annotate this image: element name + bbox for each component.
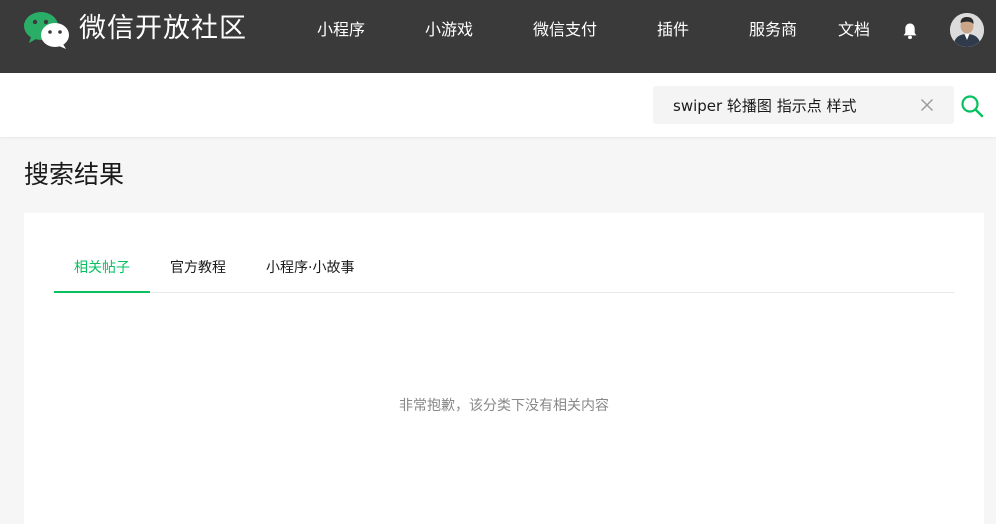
page-title: 搜索结果 (24, 160, 125, 189)
search-icon[interactable] (960, 94, 984, 118)
tab-related-posts[interactable]: 相关帖子 (54, 247, 150, 293)
nav-item-minigame[interactable]: 小游戏 (425, 19, 473, 41)
tab-official-tutorials[interactable]: 官方教程 (170, 247, 226, 293)
nav-item-docs[interactable]: 文档 (838, 19, 870, 41)
nav-item-miniprogram[interactable]: 小程序 (317, 19, 365, 41)
results-tabs: 相关帖子 官方教程 小程序·小故事 (54, 247, 954, 293)
bell-icon[interactable] (902, 22, 918, 40)
user-avatar-icon (950, 13, 984, 47)
avatar[interactable] (950, 13, 984, 47)
nav-item-service-providers[interactable]: 服务商 (749, 19, 797, 41)
top-navigation-bar: 微信开放社区 小程序 小游戏 微信支付 插件 服务商 文档 (0, 0, 996, 73)
tab-miniprogram-stories[interactable]: 小程序·小故事 (266, 247, 354, 293)
empty-state-message: 非常抱歉，该分类下没有相关内容 (399, 398, 609, 414)
site-title[interactable]: 微信开放社区 (79, 12, 247, 46)
close-icon[interactable] (920, 98, 934, 112)
wechat-logo-icon[interactable] (23, 10, 71, 50)
results-panel: 相关帖子 官方教程 小程序·小故事 非常抱歉，该分类下没有相关内容 (24, 213, 984, 524)
search-box (653, 86, 954, 124)
nav-item-wechat-pay[interactable]: 微信支付 (533, 19, 597, 41)
search-input[interactable] (673, 94, 913, 116)
search-bar (0, 73, 996, 137)
nav-item-plugins[interactable]: 插件 (657, 19, 689, 41)
